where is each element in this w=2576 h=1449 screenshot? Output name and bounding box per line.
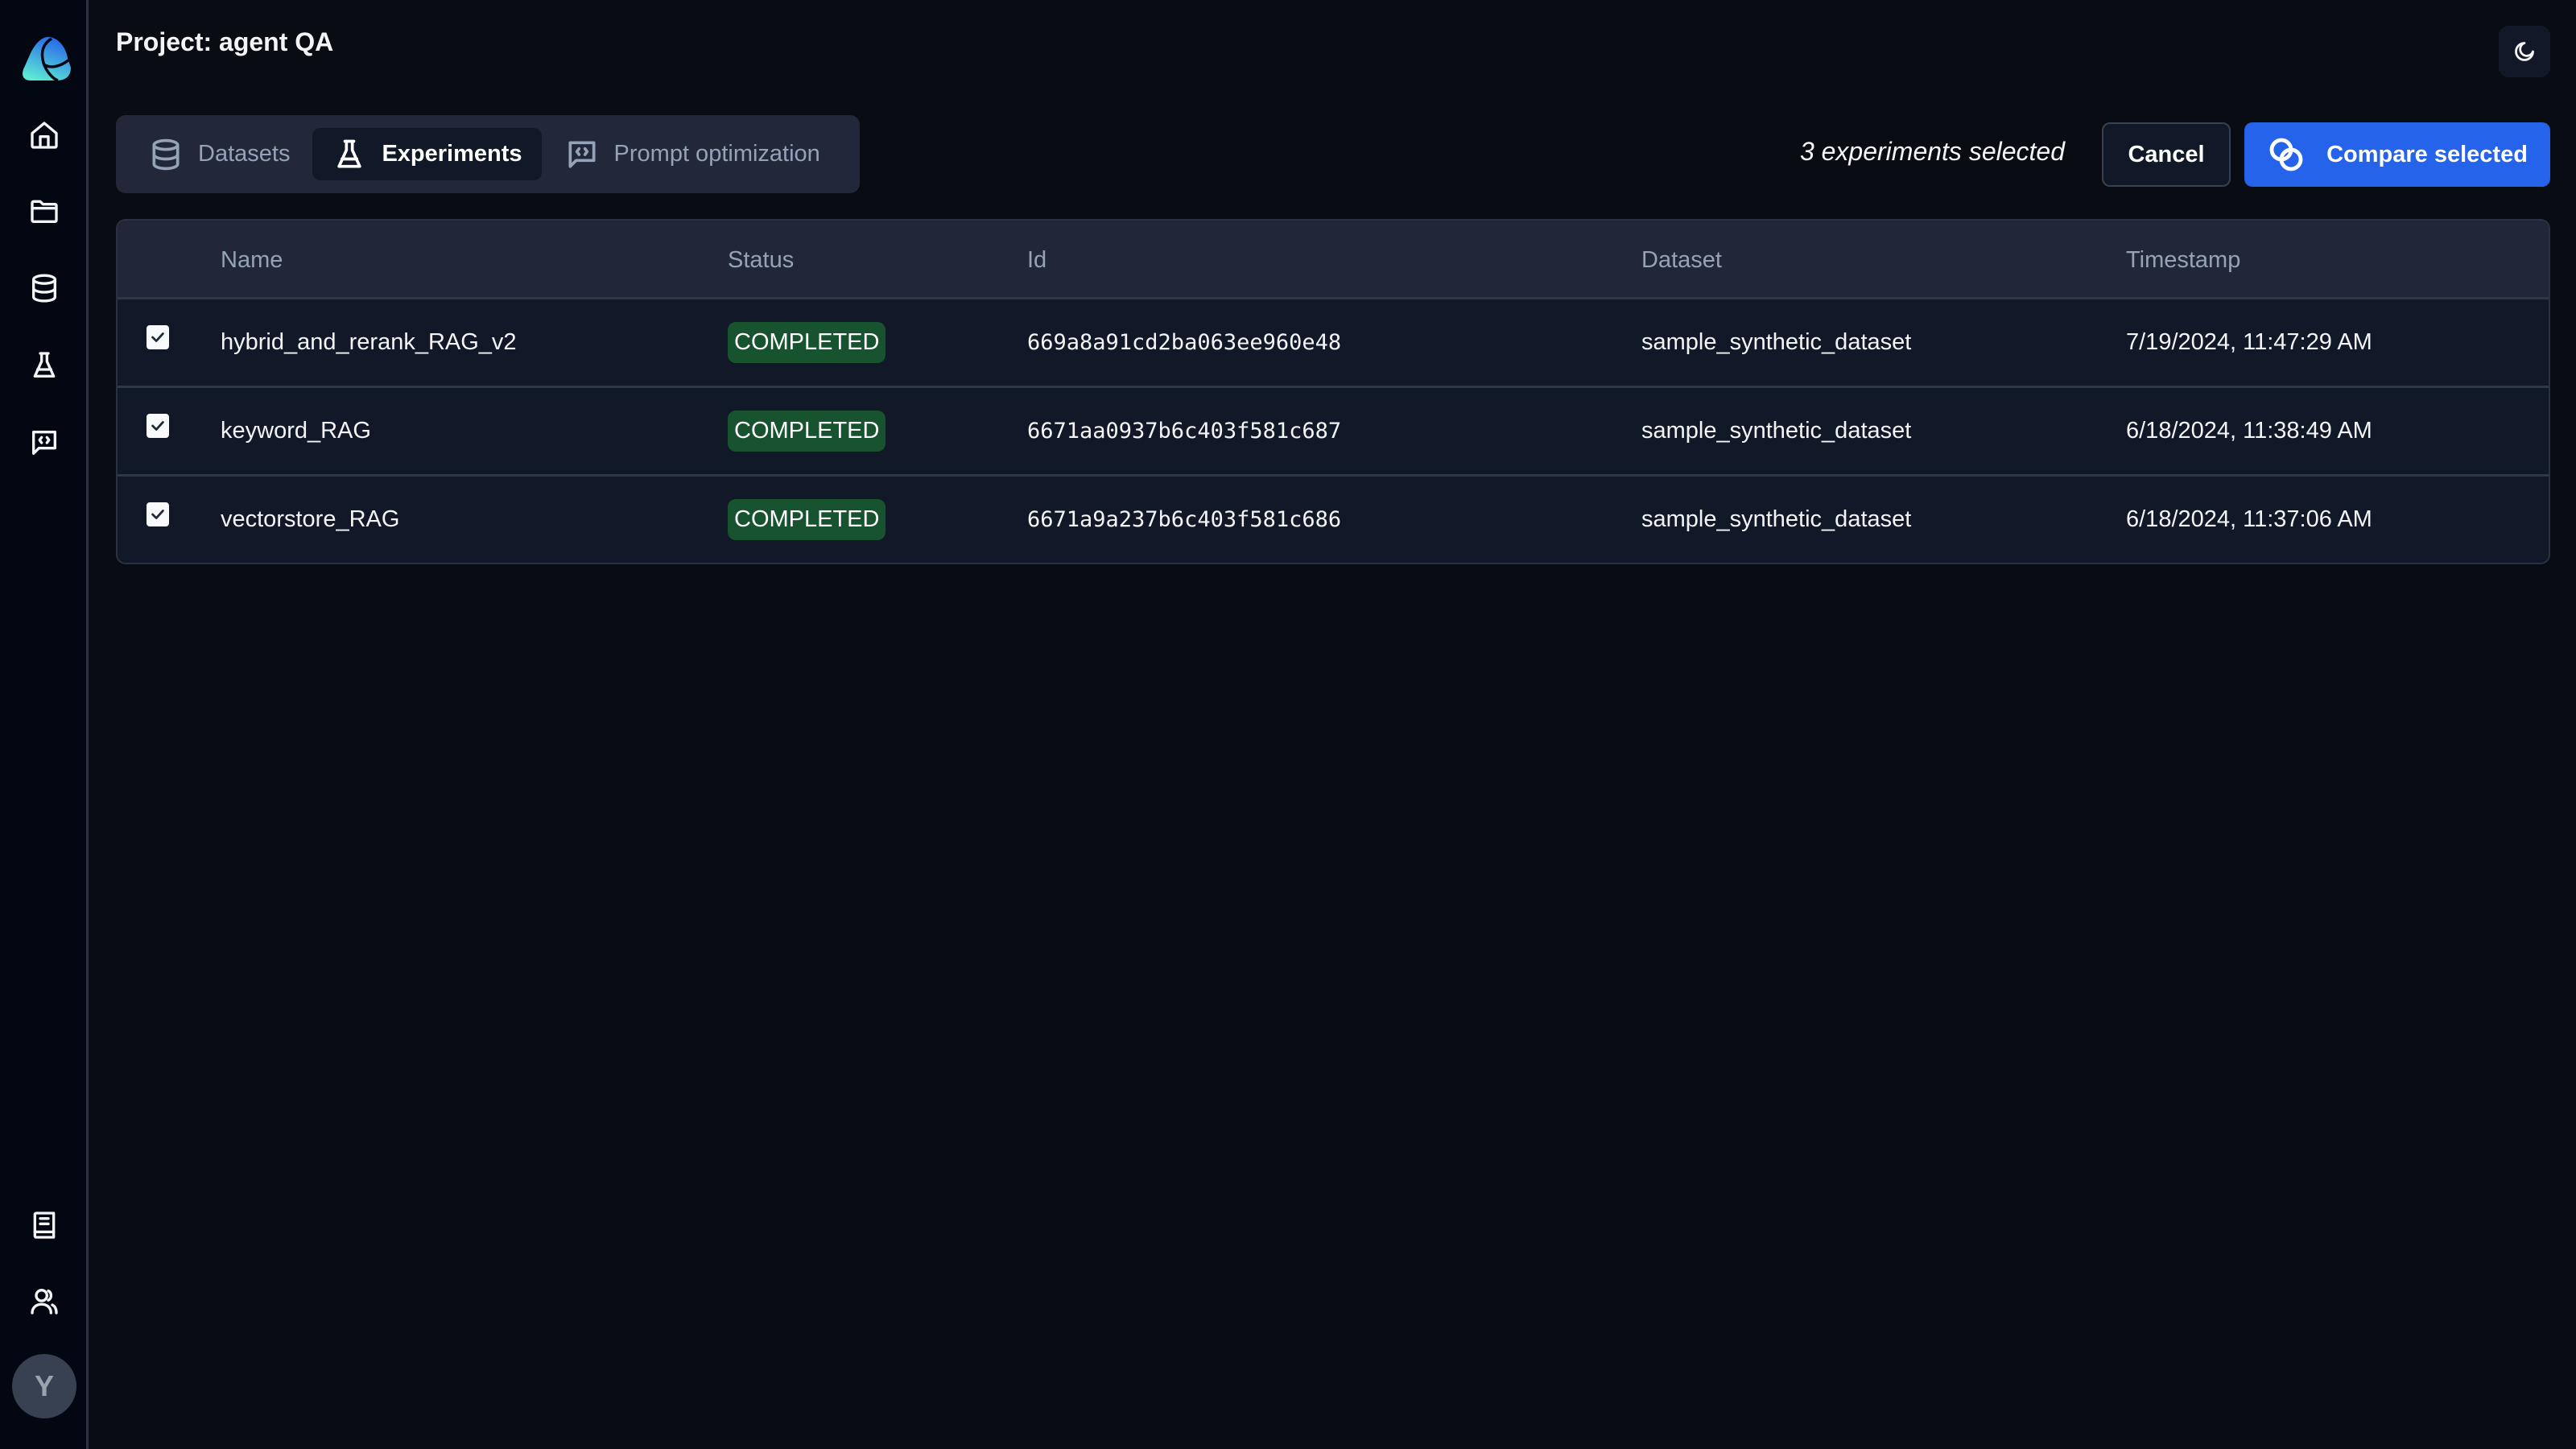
- database-icon: [152, 138, 180, 170]
- experiment-name: keyword_RAG: [221, 418, 371, 444]
- status-badge: COMPLETED: [728, 322, 886, 363]
- experiment-id: 669a8a91cd2ba063ee960e48: [1027, 330, 1342, 355]
- tab-label: Prompt optimization: [613, 141, 820, 167]
- theme-toggle-button[interactable]: [2499, 26, 2550, 77]
- tab-bar: Datasets Experiments Prompt optimization: [116, 115, 860, 193]
- message-code-icon[interactable]: [27, 425, 62, 460]
- dataset-name: sample_synthetic_dataset: [1641, 329, 1912, 355]
- selection-count: 3 experiments selected: [1799, 137, 2065, 166]
- status-badge: COMPLETED: [728, 411, 886, 452]
- status-cell: COMPLETED: [728, 477, 886, 563]
- table-row[interactable]: keyword_RAG COMPLETED 6671aa0937b6c403f5…: [118, 388, 2549, 477]
- database-icon[interactable]: [27, 270, 62, 306]
- row-checkbox[interactable]: [147, 414, 169, 438]
- check-icon: [151, 510, 164, 519]
- avatar-initial: Y: [34, 1369, 54, 1402]
- flask-icon: [337, 139, 362, 167]
- timestamp: 6/18/2024, 11:37:06 AM: [2126, 506, 2372, 532]
- tab-label: Datasets: [198, 141, 291, 167]
- row-checkbox[interactable]: [147, 502, 169, 526]
- column-header-timestamp[interactable]: Timestamp: [2126, 221, 2240, 299]
- table-row[interactable]: hybrid_and_rerank_RAG_v2 COMPLETED 669a8…: [118, 299, 2549, 388]
- column-header-name[interactable]: Name: [221, 221, 283, 299]
- experiment-name: vectorstore_RAG: [221, 506, 400, 532]
- experiment-id: 6671a9a237b6c403f581c686: [1027, 507, 1342, 532]
- home-icon[interactable]: [27, 118, 62, 153]
- column-header-status[interactable]: Status: [728, 221, 794, 299]
- moon-icon: [2515, 42, 2534, 61]
- experiment-name: hybrid_and_rerank_RAG_v2: [221, 329, 517, 355]
- dataset-name: sample_synthetic_dataset: [1641, 506, 1912, 532]
- row-checkbox[interactable]: [147, 325, 169, 349]
- timestamp: 7/19/2024, 11:47:29 AM: [2126, 329, 2372, 355]
- page-title: Project: agent QA: [116, 27, 334, 56]
- avatar[interactable]: Y: [12, 1354, 76, 1418]
- cancel-button[interactable]: Cancel: [2102, 122, 2231, 187]
- compare-label: Compare selected: [2326, 141, 2528, 167]
- table-row[interactable]: vectorstore_RAG COMPLETED 6671a9a237b6c4…: [118, 477, 2549, 563]
- status-badge: COMPLETED: [728, 499, 886, 540]
- status-cell: COMPLETED: [728, 388, 886, 474]
- column-header-id[interactable]: Id: [1027, 221, 1046, 299]
- tab-experiments[interactable]: Experiments: [312, 128, 542, 180]
- status-cell: COMPLETED: [728, 299, 886, 386]
- message-code-icon: [568, 141, 596, 167]
- sidebar: Y: [0, 0, 89, 1449]
- experiment-id: 6671aa0937b6c403f581c687: [1027, 419, 1342, 444]
- experiments-table: Name Status Id Dataset Timestamp hybrid_…: [116, 219, 2550, 564]
- compare-selected-button[interactable]: Compare selected: [2244, 122, 2550, 187]
- check-icon: [151, 421, 164, 431]
- folder-icon[interactable]: [27, 193, 62, 229]
- check-icon: [151, 332, 164, 342]
- flask-icon[interactable]: [27, 348, 62, 383]
- users-icon[interactable]: [27, 1283, 62, 1319]
- tab-datasets[interactable]: Datasets: [129, 128, 309, 180]
- column-header-dataset[interactable]: Dataset: [1641, 221, 1722, 299]
- app-logo[interactable]: [19, 32, 72, 85]
- timestamp: 6/18/2024, 11:38:49 AM: [2126, 418, 2372, 444]
- book-icon[interactable]: [27, 1208, 62, 1243]
- compare-icon: [2269, 138, 2303, 171]
- tab-prompt-optimization[interactable]: Prompt optimization: [545, 128, 840, 180]
- dataset-name: sample_synthetic_dataset: [1641, 418, 1912, 444]
- tab-label: Experiments: [382, 141, 522, 167]
- table-header: Name Status Id Dataset Timestamp: [118, 221, 2549, 299]
